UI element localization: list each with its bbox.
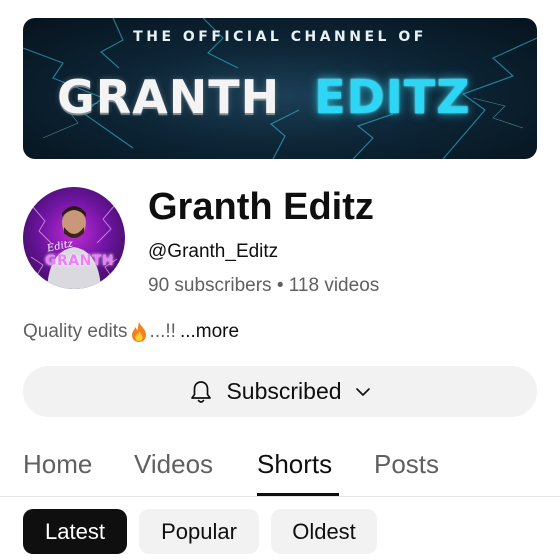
bell-icon [191,380,212,403]
tab-home[interactable]: Home [23,449,92,480]
description-suffix: ...!! [149,321,176,342]
description-text: Quality edits [23,321,128,342]
filter-chip-oldest[interactable]: Oldest [271,509,377,554]
description-more-link[interactable]: ...more [180,321,239,343]
channel-avatar[interactable]: Editz GRANTH [23,187,125,289]
banner-logo-word1: GRANTH [57,70,281,124]
avatar-portrait [30,204,118,289]
subscribed-button-label: Subscribed [226,378,342,404]
chevron-down-icon [355,387,370,396]
tab-shorts[interactable]: Shorts [257,449,332,480]
channel-name: Granth Editz [148,186,374,228]
banner-tagline: THE OFFICIAL CHANNEL OF [133,29,427,45]
avatar-text-granth: GRANTH [45,253,115,269]
channel-tabs: Home Videos Shorts Posts [0,440,560,497]
filter-chip-latest[interactable]: Latest [23,509,127,554]
tab-posts[interactable]: Posts [374,449,439,480]
tab-videos[interactable]: Videos [134,449,213,480]
channel-stats: 90 subscribers • 118 videos [148,275,380,296]
filter-chip-popular[interactable]: Popular [139,509,259,554]
channel-description[interactable]: Quality edits ...!! ...more [23,321,239,343]
subscribed-button[interactable]: Subscribed [23,366,537,417]
banner-logo-word2: EDITZ [314,70,471,124]
fire-icon [131,322,146,342]
banner-logo: GRANTH EDITZ [57,70,471,124]
channel-handle: @Granth_Editz [148,241,279,262]
active-tab-indicator [257,493,339,496]
channel-banner: THE OFFICIAL CHANNEL OF GRANTH EDITZ [23,18,537,159]
